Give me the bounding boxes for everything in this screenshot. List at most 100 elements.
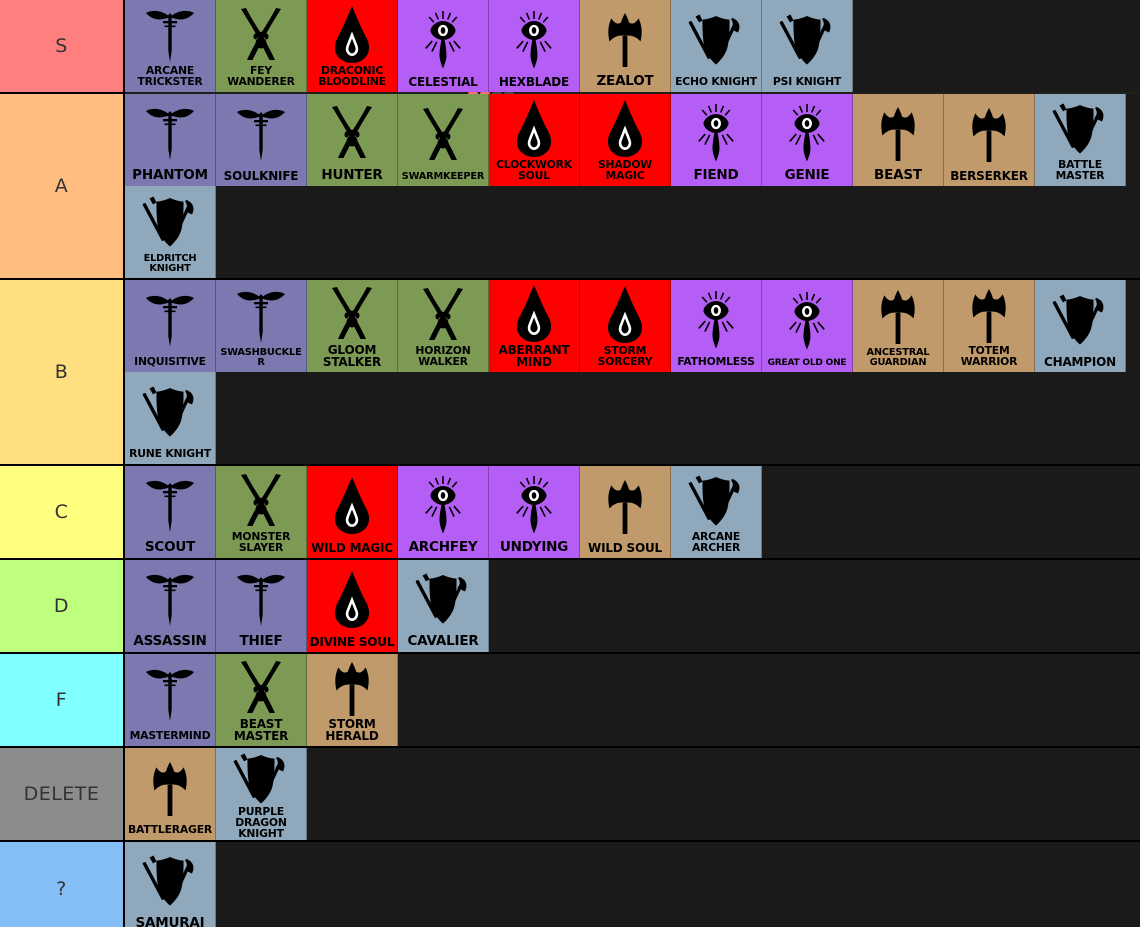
tier-item-tile[interactable]: HUNTER bbox=[307, 94, 398, 186]
tier-label-delete[interactable]: DELETE bbox=[0, 748, 125, 840]
rogue-dagger-icon bbox=[146, 10, 194, 62]
tier-item-tile[interactable]: ECHO KNIGHT bbox=[671, 0, 762, 92]
fighter-shield-icon bbox=[688, 475, 740, 526]
tier-item-tile[interactable]: BEAST bbox=[853, 94, 944, 186]
tier-item-tile[interactable]: SCOUT bbox=[125, 466, 216, 558]
warlock-eye-icon bbox=[398, 466, 488, 541]
tier-dropzone-delete[interactable]: BATTLERAGER PURPLE DRAGON KNIGHT bbox=[125, 748, 1140, 840]
tier-item-label: STORM SORCERY bbox=[597, 344, 653, 369]
tier-item-tile[interactable]: HORIZON WALKER bbox=[398, 280, 489, 372]
tier-item-tile[interactable]: DRACONIC BLOODLINE bbox=[307, 0, 398, 92]
tier-item-tile[interactable]: RUNE KNIGHT bbox=[125, 372, 216, 464]
warlock-eye-icon bbox=[425, 475, 461, 534]
tier-item-tile[interactable]: MASTERMIND bbox=[125, 654, 216, 746]
tier-dropzone-c[interactable]: SCOUT MONSTER SLAYER WILD MAGIC ARCHFEY … bbox=[125, 466, 1140, 558]
fighter-shield-icon bbox=[1052, 294, 1104, 344]
tier-label-d[interactable]: D bbox=[0, 560, 125, 652]
tier-item-label: CELESTIAL bbox=[408, 75, 478, 89]
barbarian-axe-icon bbox=[853, 280, 943, 348]
tier-label-a[interactable]: A bbox=[0, 94, 125, 278]
tier-item-label: FIEND bbox=[693, 166, 739, 183]
tier-item-tile[interactable]: FATHOMLESS bbox=[671, 280, 762, 372]
fighter-shield-icon bbox=[216, 748, 306, 807]
tier-item-tile[interactable]: CELESTIAL bbox=[398, 0, 489, 92]
tier-item-tile[interactable]: ZEALOT bbox=[580, 0, 671, 92]
sorcerer-flame-icon bbox=[580, 94, 670, 160]
tier-item-tile[interactable]: FIEND bbox=[671, 94, 762, 186]
tier-item-tile[interactable]: GENIE bbox=[762, 94, 853, 186]
tier-item-label: CAVALIER bbox=[407, 632, 479, 649]
tier-item-tile[interactable]: BATTLE MASTER bbox=[1035, 94, 1126, 186]
tier-item-tile[interactable]: HEXBLADE bbox=[489, 0, 580, 92]
tier-item-tile[interactable]: SAMURAI bbox=[125, 842, 216, 927]
tier-item-tile[interactable]: SWASHBUCKLER bbox=[216, 280, 307, 372]
tier-item-tile[interactable]: ARCANE TRICKSTER bbox=[125, 0, 216, 92]
barbarian-axe-icon bbox=[580, 0, 670, 75]
tier-item-label: BATTLERAGER bbox=[127, 823, 212, 837]
tier-label-f[interactable]: F bbox=[0, 654, 125, 746]
tier-label-s[interactable]: S bbox=[0, 0, 125, 92]
tier-item-tile[interactable]: SHADOW MAGIC bbox=[580, 94, 671, 186]
tier-item-tile[interactable]: THIEF bbox=[216, 560, 307, 652]
tier-item-label: GREAT OLD ONE bbox=[767, 358, 847, 368]
tier-item-tile[interactable]: INQUISITIVE bbox=[125, 280, 216, 372]
tier-item-tile[interactable]: GREAT OLD ONE bbox=[762, 280, 853, 372]
tier-item-tile[interactable]: WILD MAGIC bbox=[307, 466, 398, 558]
tier-item-tile[interactable]: MONSTER SLAYER bbox=[216, 466, 307, 558]
tier-item-label: DIVINE SOUL bbox=[309, 635, 395, 649]
tier-label-?[interactable]: ? bbox=[0, 842, 125, 927]
tier-item-tile[interactable]: SOULKNIFE bbox=[216, 94, 307, 186]
barbarian-axe-icon bbox=[580, 466, 670, 542]
tier-row-?: ? SAMURAI bbox=[0, 842, 1140, 927]
tier-item-tile[interactable]: DIVINE SOUL bbox=[307, 560, 398, 652]
tier-dropzone-b[interactable]: INQUISITIVE SWASHBUCKLER GLOOM STALKER H… bbox=[125, 280, 1140, 464]
tier-label-c[interactable]: C bbox=[0, 466, 125, 558]
tier-item-tile[interactable]: ARCHFEY bbox=[398, 466, 489, 558]
tier-item-tile[interactable]: GLOOM STALKER bbox=[307, 280, 398, 372]
tier-label-b[interactable]: B bbox=[0, 280, 125, 464]
tier-dropzone-a[interactable]: PHANTOM SOULKNIFE HUNTER SWARMKEEPER CLO… bbox=[125, 94, 1140, 278]
tier-dropzone-s[interactable]: ARCANE TRICKSTER FEY WANDERER DRACONIC B… bbox=[125, 0, 1140, 141]
tier-item-tile[interactable]: FEY WANDERER bbox=[216, 0, 307, 92]
tier-item-tile[interactable]: CAVALIER bbox=[398, 560, 489, 652]
tier-item-tile[interactable]: UNDYING bbox=[489, 466, 580, 558]
barbarian-axe-icon bbox=[307, 654, 397, 718]
tier-item-tile[interactable]: ARCANE ARCHER bbox=[671, 466, 762, 558]
barbarian-axe-icon bbox=[608, 479, 642, 534]
tier-item-label: BEAST bbox=[874, 166, 922, 183]
ranger-arrows-icon bbox=[241, 7, 281, 60]
fighter-shield-icon bbox=[415, 573, 467, 624]
sorcerer-flame-icon bbox=[489, 94, 579, 160]
tier-item-tile[interactable]: ABERRANT MIND bbox=[489, 280, 580, 372]
tier-item-tile[interactable]: BEAST MASTER bbox=[216, 654, 307, 746]
tier-item-tile[interactable]: ELDRITCH KNIGHT bbox=[125, 186, 216, 278]
fighter-shield-icon bbox=[142, 196, 194, 247]
tier-item-tile[interactable]: WILD SOUL bbox=[580, 466, 671, 558]
tier-item-tile[interactable]: CHAMPION bbox=[1035, 280, 1126, 372]
tier-item-label: ARCHFEY bbox=[408, 538, 478, 555]
tier-item-tile[interactable]: ANCESTRAL GUARDIAN bbox=[853, 280, 944, 372]
tier-dropzone-?[interactable]: SAMURAI bbox=[125, 842, 1140, 927]
tier-item-tile[interactable]: PHANTOM bbox=[125, 94, 216, 186]
tier-item-tile[interactable]: BERSERKER bbox=[944, 94, 1035, 186]
tier-item-tile[interactable]: PURPLE DRAGON KNIGHT bbox=[216, 748, 307, 840]
tier-item-tile[interactable]: SWARMKEEPER bbox=[398, 94, 489, 186]
tier-dropzone-f[interactable]: MASTERMIND BEAST MASTER STORM HERALD bbox=[125, 654, 1140, 746]
rogue-dagger-icon bbox=[125, 280, 215, 357]
tier-item-tile[interactable]: STORM HERALD bbox=[307, 654, 398, 746]
barbarian-axe-icon bbox=[881, 106, 915, 161]
tier-item-label: UNDYING bbox=[499, 538, 569, 555]
tier-item-tile[interactable]: BATTLERAGER bbox=[125, 748, 216, 840]
tier-item-label: BERSERKER bbox=[950, 169, 1028, 183]
tier-item-tile[interactable]: PSI KNIGHT bbox=[762, 0, 853, 92]
tier-item-label: HORIZON WALKER bbox=[415, 344, 471, 369]
tier-item-tile[interactable]: CLOCKWORK SOUL bbox=[489, 94, 580, 186]
tier-dropzone-d[interactable]: ASSASSIN THIEF DIVINE SOUL CAVALIER bbox=[125, 560, 1140, 652]
tier-item-tile[interactable]: ASSASSIN bbox=[125, 560, 216, 652]
tier-item-label: MONSTER SLAYER bbox=[231, 530, 291, 555]
fighter-shield-icon bbox=[762, 0, 852, 77]
tier-item-tile[interactable]: STORM SORCERY bbox=[580, 280, 671, 372]
tier-item-tile[interactable]: TOTEM WARRIOR bbox=[944, 280, 1035, 372]
fighter-shield-icon bbox=[1035, 280, 1125, 356]
warlock-eye-icon bbox=[789, 103, 825, 162]
